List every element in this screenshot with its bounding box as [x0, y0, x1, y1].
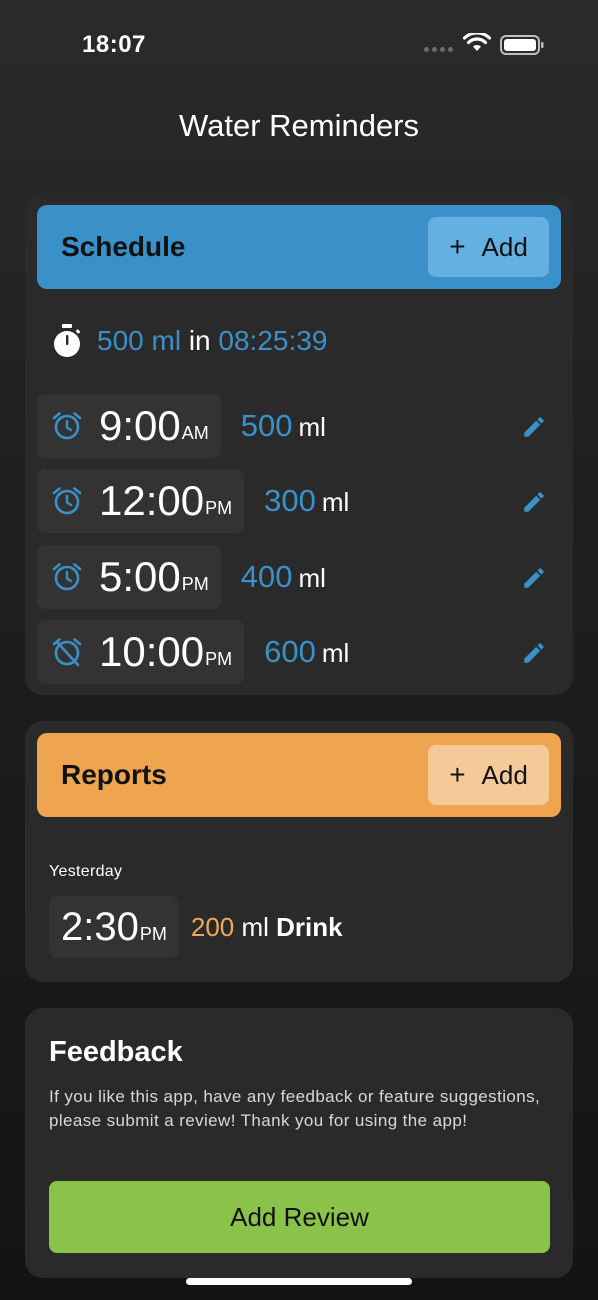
- amount-unit: ml: [298, 412, 326, 442]
- add-review-button[interactable]: Add Review: [49, 1181, 550, 1253]
- home-indicator: [186, 1278, 412, 1285]
- alarm-icon: [52, 487, 82, 515]
- time-chip[interactable]: 5:00 PM: [37, 545, 221, 609]
- report-amount-value: 200: [190, 911, 235, 942]
- edit-icon[interactable]: [521, 489, 547, 515]
- report-time-chip[interactable]: 2:30 PM: [49, 896, 179, 958]
- plus-icon: +: [449, 231, 466, 262]
- schedule-title: Schedule: [61, 231, 186, 262]
- next-amount: 500 ml: [97, 325, 182, 356]
- next-in-word: in: [188, 325, 211, 356]
- amount-value: 600: [264, 634, 316, 669]
- feedback-card: Feedback If you like this app, have any …: [25, 1008, 573, 1278]
- reports-header: Reports + Add: [37, 733, 561, 817]
- add-report-button[interactable]: + Add: [428, 745, 549, 805]
- add-schedule-label: Add: [481, 231, 528, 262]
- feedback-text: If you like this app, have any feedback …: [49, 1087, 541, 1130]
- battery-icon: [500, 35, 544, 55]
- edit-icon[interactable]: [521, 565, 547, 591]
- schedule-time: 5:00: [99, 553, 181, 600]
- next-reminder: 500 ml in 08:25:39: [51, 323, 327, 359]
- amount-value: 500: [240, 408, 293, 443]
- page-title: Water Reminders: [178, 108, 420, 143]
- schedule-amount: 400 ml: [241, 559, 326, 595]
- signal-icon: [424, 47, 453, 52]
- schedule-card: Schedule + Add 500 ml in 08:25:39 9:00 A…: [25, 193, 573, 695]
- schedule-amount: 600 ml: [264, 634, 349, 670]
- schedule-ampm: PM: [181, 573, 209, 594]
- feedback-title: Feedback: [49, 1036, 183, 1068]
- amount-unit: ml: [298, 563, 326, 593]
- report-ampm: PM: [139, 923, 167, 944]
- schedule-ampm: AM: [181, 422, 209, 443]
- plus-icon: +: [449, 759, 466, 790]
- edit-icon[interactable]: [521, 414, 547, 440]
- add-report-label: Add: [481, 759, 528, 790]
- reports-card: Reports + Add Yesterday 2:30 PM 200 ml D…: [25, 721, 573, 982]
- add-schedule-button[interactable]: + Add: [428, 217, 549, 277]
- stopwatch-icon: [54, 324, 81, 357]
- report-amount-unit: ml: [241, 911, 269, 942]
- schedule-row[interactable]: 10:00 PM 600 ml: [37, 620, 561, 684]
- status-bar: 18:07: [0, 0, 598, 90]
- schedule-ampm: PM: [205, 497, 233, 518]
- schedule-time: 9:00: [99, 402, 181, 449]
- edit-icon[interactable]: [521, 640, 547, 666]
- report-time: 2:30: [61, 904, 139, 949]
- status-time: 18:07: [82, 31, 146, 58]
- schedule-header: Schedule + Add: [37, 205, 561, 289]
- schedule-row[interactable]: 12:00 PM 300 ml: [37, 469, 561, 533]
- schedule-row[interactable]: 5:00 PM 400 ml: [37, 545, 561, 609]
- report-date-label: Yesterday: [49, 863, 123, 880]
- wifi-icon: [463, 33, 491, 51]
- amount-unit: ml: [321, 638, 350, 668]
- alarm-icon: [52, 563, 82, 591]
- report-amount: 200 ml Drink: [191, 912, 343, 943]
- schedule-time: 10:00: [99, 628, 205, 675]
- next-countdown: 08:25:39: [218, 325, 328, 356]
- schedule-time: 12:00: [99, 477, 205, 524]
- time-chip[interactable]: 10:00 PM: [37, 620, 245, 684]
- alarm-icon: [52, 412, 82, 440]
- schedule-ampm: PM: [205, 648, 233, 669]
- schedule-amount: 300 ml: [264, 483, 349, 519]
- time-chip[interactable]: 12:00 PM: [37, 469, 245, 533]
- reports-title: Reports: [61, 759, 167, 790]
- amount-value: 400: [240, 559, 293, 594]
- amount-unit: ml: [321, 487, 350, 517]
- alarm-off-icon: [52, 638, 82, 667]
- amount-value: 300: [264, 483, 316, 518]
- time-chip[interactable]: 9:00 AM: [37, 394, 221, 458]
- schedule-amount: 500 ml: [241, 408, 326, 444]
- report-drink-label: Drink: [276, 911, 343, 942]
- report-entry[interactable]: 2:30 PM 200 ml Drink: [49, 896, 343, 958]
- schedule-row[interactable]: 9:00 AM 500 ml: [37, 394, 561, 458]
